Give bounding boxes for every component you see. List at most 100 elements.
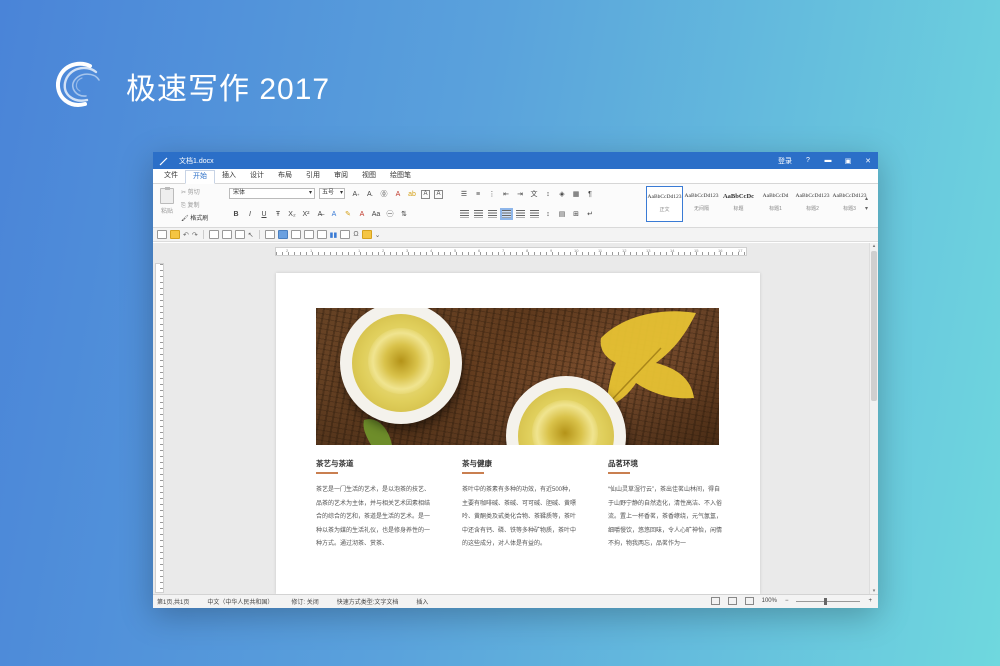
style-heading2[interactable]: AaBbCcDd123 标题2	[794, 186, 831, 222]
horizontal-ruler[interactable]: 2 1 1 2 3 4 5 6 7 8 9 10 11 12 13 14 15 …	[275, 247, 747, 256]
underline-icon[interactable]: U	[257, 208, 271, 220]
text-direction-icon[interactable]: ⇅	[397, 208, 411, 220]
picture-icon[interactable]	[277, 230, 288, 239]
superscript-icon[interactable]: X²	[299, 208, 313, 220]
sort-icon[interactable]: ↕	[541, 188, 555, 200]
zoom-level[interactable]: 100%	[762, 598, 777, 604]
scroll-thumb[interactable]	[871, 251, 877, 401]
shapes-icon[interactable]	[303, 230, 314, 239]
zoom-out-icon[interactable]: −	[785, 598, 789, 604]
font-color-icon[interactable]: A	[391, 188, 405, 200]
language-status[interactable]: 中文（中华人民共和国）	[207, 597, 291, 606]
style-title[interactable]: AaBbCcDc 标题	[720, 186, 757, 222]
minimize-button[interactable]: ▬	[824, 157, 832, 164]
paragraph-border-icon[interactable]: ⊞	[569, 208, 583, 220]
save-icon[interactable]	[208, 230, 219, 239]
font-color-2-icon[interactable]: A	[355, 208, 369, 220]
new-doc-icon[interactable]	[157, 230, 167, 239]
bullets-icon[interactable]: ☰	[457, 188, 471, 200]
login-button[interactable]: 登录	[778, 156, 792, 166]
redo-icon[interactable]: ↷	[192, 231, 198, 239]
textbox-icon[interactable]	[340, 230, 351, 239]
mode-status[interactable]: 快速方式类型:文字文档	[337, 597, 417, 606]
vertical-ruler[interactable]	[155, 263, 164, 593]
tab-home[interactable]: 开始	[185, 170, 215, 184]
undo-icon[interactable]: ↶	[183, 231, 189, 239]
tab-design[interactable]: 设计	[243, 169, 271, 183]
symbol-icon[interactable]: Ω	[353, 231, 358, 238]
subscript-icon[interactable]: X₂	[285, 208, 299, 220]
tab-file[interactable]: 文件	[157, 169, 185, 183]
style-normal[interactable]: AaBbCcDd123 正文	[646, 186, 683, 222]
tab-layout[interactable]: 布局	[271, 169, 299, 183]
print-icon[interactable]	[234, 230, 245, 239]
text-effect-icon[interactable]: A	[327, 208, 341, 220]
decrease-indent-icon[interactable]: ⇤	[499, 188, 513, 200]
distributed-icon[interactable]	[513, 208, 527, 220]
phonetic-icon[interactable]: ⓪	[377, 188, 391, 200]
page-count[interactable]: 第1页,共1页	[157, 597, 207, 606]
bold-icon[interactable]: B	[229, 208, 243, 220]
grow-font-icon[interactable]: A +	[349, 188, 363, 200]
increase-indent-icon[interactable]: ⇥	[513, 188, 527, 200]
italic-icon[interactable]: I	[243, 208, 257, 220]
style-no-spacing[interactable]: AaBbCcDd123 无间隔	[683, 186, 720, 222]
chart-icon[interactable]: ▮▮	[330, 231, 338, 239]
open-folder-icon[interactable]	[170, 230, 180, 239]
table-icon[interactable]	[264, 230, 275, 239]
tab-review[interactable]: 审阅	[327, 169, 355, 183]
font-size-select[interactable]: 五号	[319, 188, 345, 199]
chinese-layout-icon[interactable]: 文	[527, 188, 541, 200]
screenshot-icon[interactable]	[290, 230, 301, 239]
strikethrough-icon[interactable]: Ŧ	[271, 208, 285, 220]
align-left-icon[interactable]	[457, 208, 471, 220]
close-button[interactable]: ✕	[864, 157, 872, 165]
zoom-knob[interactable]	[824, 597, 828, 605]
track-changes-status[interactable]: 修订: 关闭	[291, 597, 336, 606]
borders-icon[interactable]: ▦	[569, 188, 583, 200]
select-pointer-icon[interactable]: ↖	[248, 231, 254, 239]
return-mark-icon[interactable]: ↵	[583, 208, 597, 220]
justify-icon[interactable]	[499, 208, 513, 220]
highlight-pen-icon[interactable]: ✎	[341, 208, 355, 220]
format-painter-button[interactable]: 🖌 格式刷	[181, 213, 227, 226]
customize-icon[interactable]: ⌄	[375, 231, 381, 239]
align-right-icon[interactable]	[485, 208, 499, 220]
document-page[interactable]: 茶艺与茶道 茶艺是一门生活的艺术，是以泡茶的技艺、品茶的艺术为主体，并与相关艺术…	[276, 273, 760, 594]
enclose-char-icon[interactable]: ㊀	[383, 208, 397, 220]
style-heading3[interactable]: AaBbCcDd123 标题3	[831, 186, 868, 222]
align-center-icon[interactable]	[471, 208, 485, 220]
comment-icon[interactable]	[361, 230, 372, 239]
restore-button[interactable]: ▣	[844, 157, 852, 165]
numbering-icon[interactable]: ≡	[471, 188, 485, 200]
highlight-icon[interactable]: ab	[405, 188, 419, 200]
scroll-up-icon[interactable]: ▴	[870, 243, 878, 249]
web-layout-icon[interactable]	[744, 597, 754, 605]
char-border-icon[interactable]: A	[434, 189, 443, 199]
zoom-in-icon[interactable]: +	[868, 598, 872, 604]
smartart-icon[interactable]	[316, 230, 327, 239]
clear-format-icon[interactable]: A̶	[313, 208, 327, 220]
tab-view[interactable]: 视图	[355, 169, 383, 183]
change-case-icon[interactable]: Aa	[369, 208, 383, 220]
char-shading-icon[interactable]: A	[421, 189, 430, 199]
print-preview-icon[interactable]	[221, 230, 232, 239]
paste-button[interactable]: 粘贴	[157, 187, 177, 224]
paragraph-shading-icon[interactable]: ▤	[555, 208, 569, 220]
copy-button[interactable]: ⎘ 复制	[181, 200, 227, 213]
shading-icon[interactable]: ◈	[555, 188, 569, 200]
tab-draw[interactable]: 绘图笔	[383, 169, 418, 183]
column-layout-icon[interactable]	[527, 208, 541, 220]
read-mode-icon[interactable]	[710, 597, 720, 605]
tab-insert[interactable]: 插入	[215, 169, 243, 183]
multilevel-list-icon[interactable]: ⋮	[485, 188, 499, 200]
show-marks-icon[interactable]: ¶	[583, 188, 597, 200]
shrink-font-icon[interactable]: A-	[363, 188, 377, 200]
style-heading1[interactable]: AaBbCcDd 标题1	[757, 186, 794, 222]
zoom-slider[interactable]	[796, 597, 861, 605]
help-button[interactable]: ?	[804, 157, 812, 164]
vertical-scrollbar[interactable]: ▴ ▾	[869, 243, 878, 594]
insert-mode-status[interactable]: 插入	[416, 597, 446, 606]
font-name-select[interactable]: 宋体	[229, 188, 315, 199]
line-spacing-icon[interactable]: ↕	[541, 208, 555, 220]
